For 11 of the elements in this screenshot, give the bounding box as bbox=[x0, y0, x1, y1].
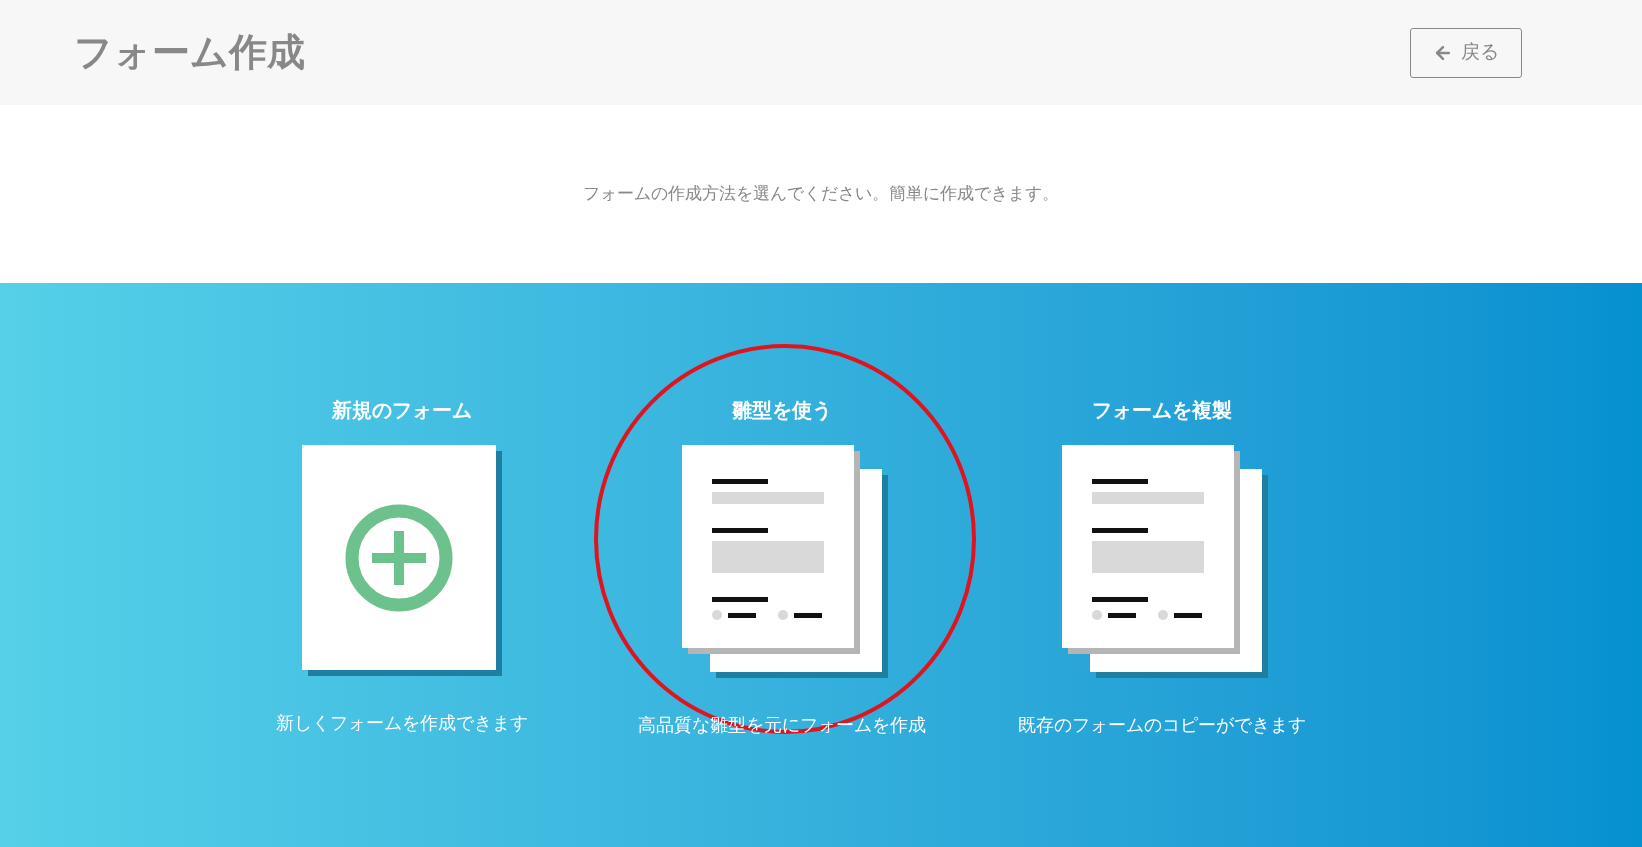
stacked-forms-drawing[interactable] bbox=[1062, 445, 1268, 678]
stacked-forms-drawing[interactable] bbox=[682, 445, 888, 678]
intro-text: フォームの作成方法を選んでください。簡単に作成できます。 bbox=[583, 183, 1059, 206]
option-description: 新しくフォームを作成できます bbox=[276, 712, 528, 735]
option-title: 雛型を使う bbox=[732, 398, 832, 423]
back-button[interactable]: 戻る bbox=[1410, 27, 1522, 78]
page-title: フォーム作成 bbox=[74, 30, 305, 75]
option-description: 既存のフォームのコピーができます bbox=[1018, 714, 1306, 737]
plus-circle-icon bbox=[344, 502, 454, 613]
option-title: フォームを複製 bbox=[1092, 398, 1232, 423]
option-title: 新規のフォーム bbox=[332, 398, 472, 423]
